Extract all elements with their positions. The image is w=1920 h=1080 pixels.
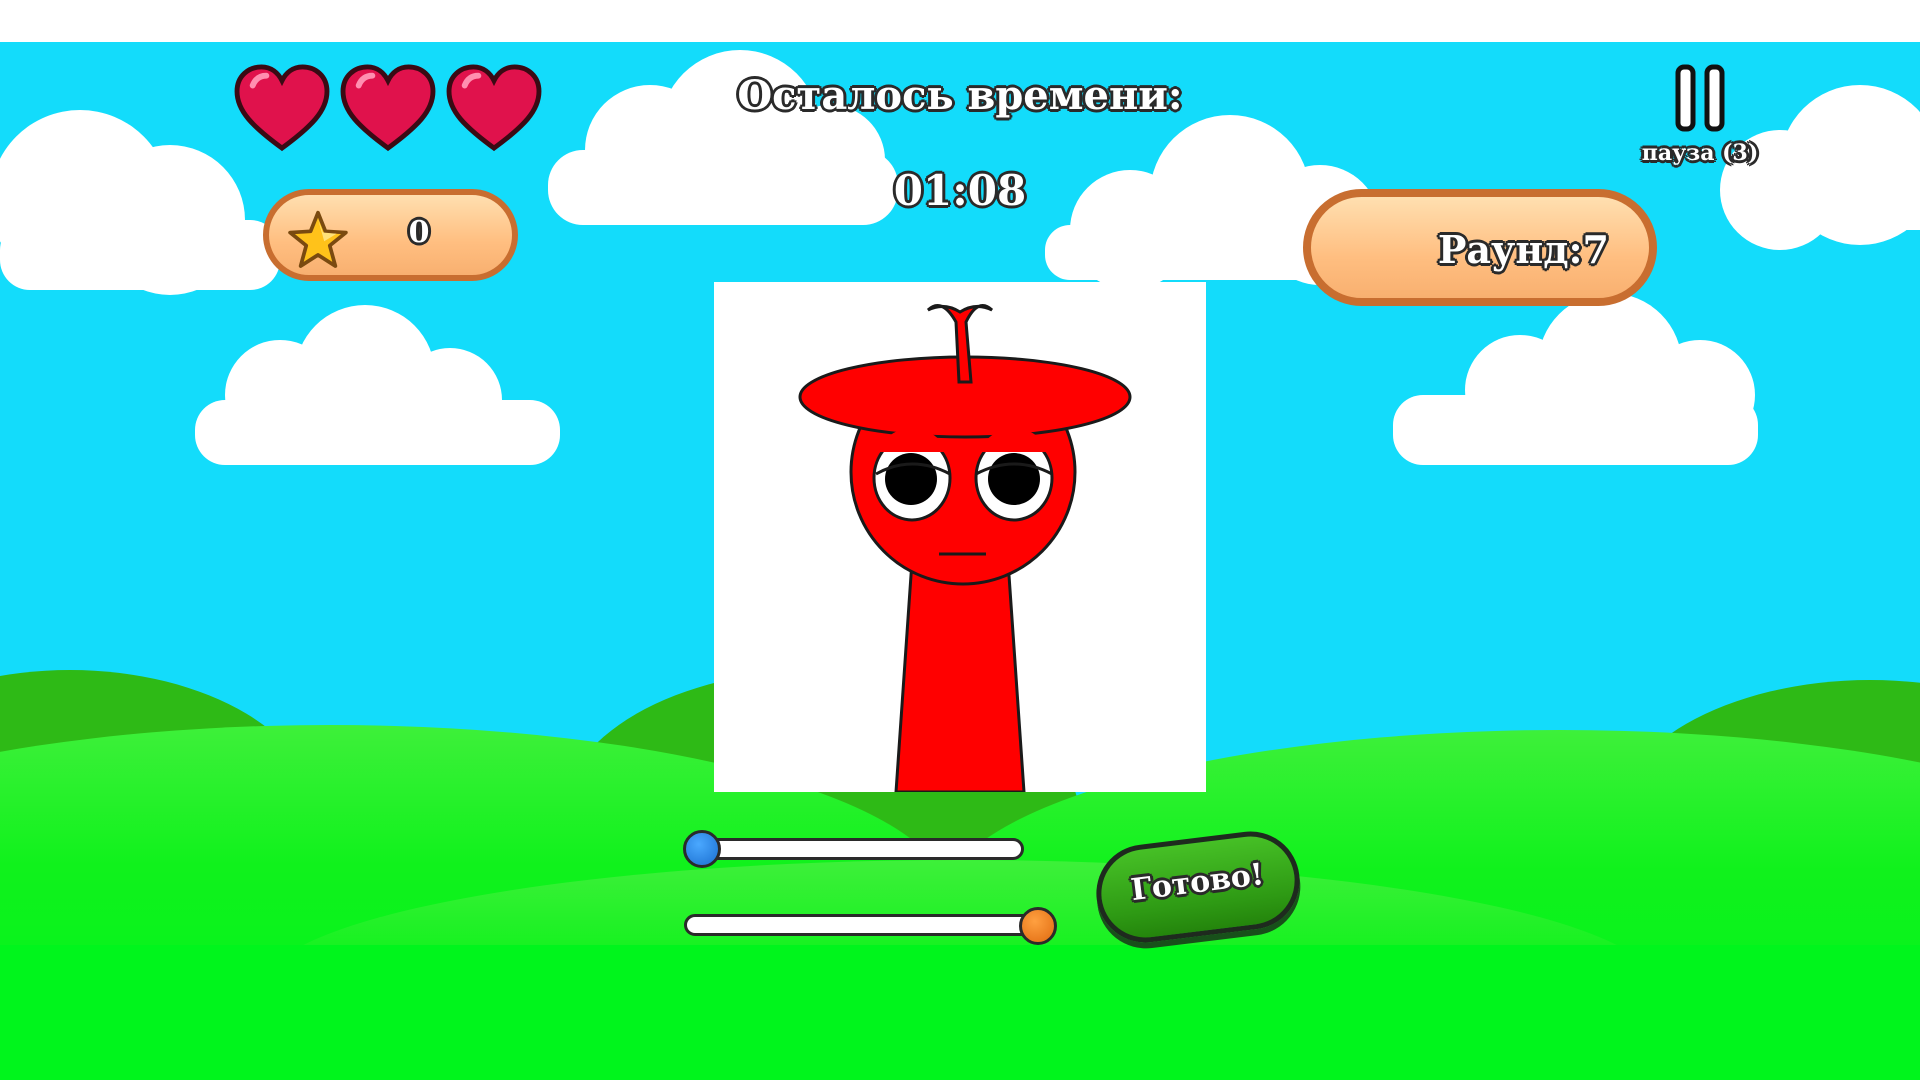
slider-handle[interactable] (683, 830, 721, 868)
heart-icon (446, 64, 542, 152)
timer-label: Осталось времени: (737, 72, 1183, 119)
pause-label[interactable]: пауза (3) (1640, 140, 1760, 166)
character-picture (714, 282, 1206, 792)
ground (0, 945, 1920, 1080)
done-button-label[interactable]: Готово! (1099, 853, 1296, 911)
orange-slider[interactable] (684, 907, 1057, 945)
pause-icon[interactable] (1674, 64, 1726, 132)
heart-icon (340, 64, 436, 152)
round-indicator: Раунд:7 (1303, 189, 1657, 306)
heart-icon (234, 64, 330, 152)
blue-slider[interactable] (683, 830, 1038, 868)
star-icon (288, 210, 348, 268)
round-label: Раунд:7 (1437, 227, 1609, 272)
timer-value: 01:08 (893, 166, 1027, 215)
lives (233, 64, 553, 154)
slider-track[interactable] (684, 914, 1042, 936)
game-scene: Осталось времени: 01:08 0 Раунд:7 пауза … (0, 0, 1920, 1080)
score-counter: 0 (263, 189, 518, 281)
pause-button[interactable]: пауза (3) (1640, 64, 1760, 174)
score-value: 0 (408, 215, 430, 250)
slider-track[interactable] (684, 838, 1024, 860)
slider-handle[interactable] (1019, 907, 1057, 945)
red-character (798, 304, 1132, 792)
